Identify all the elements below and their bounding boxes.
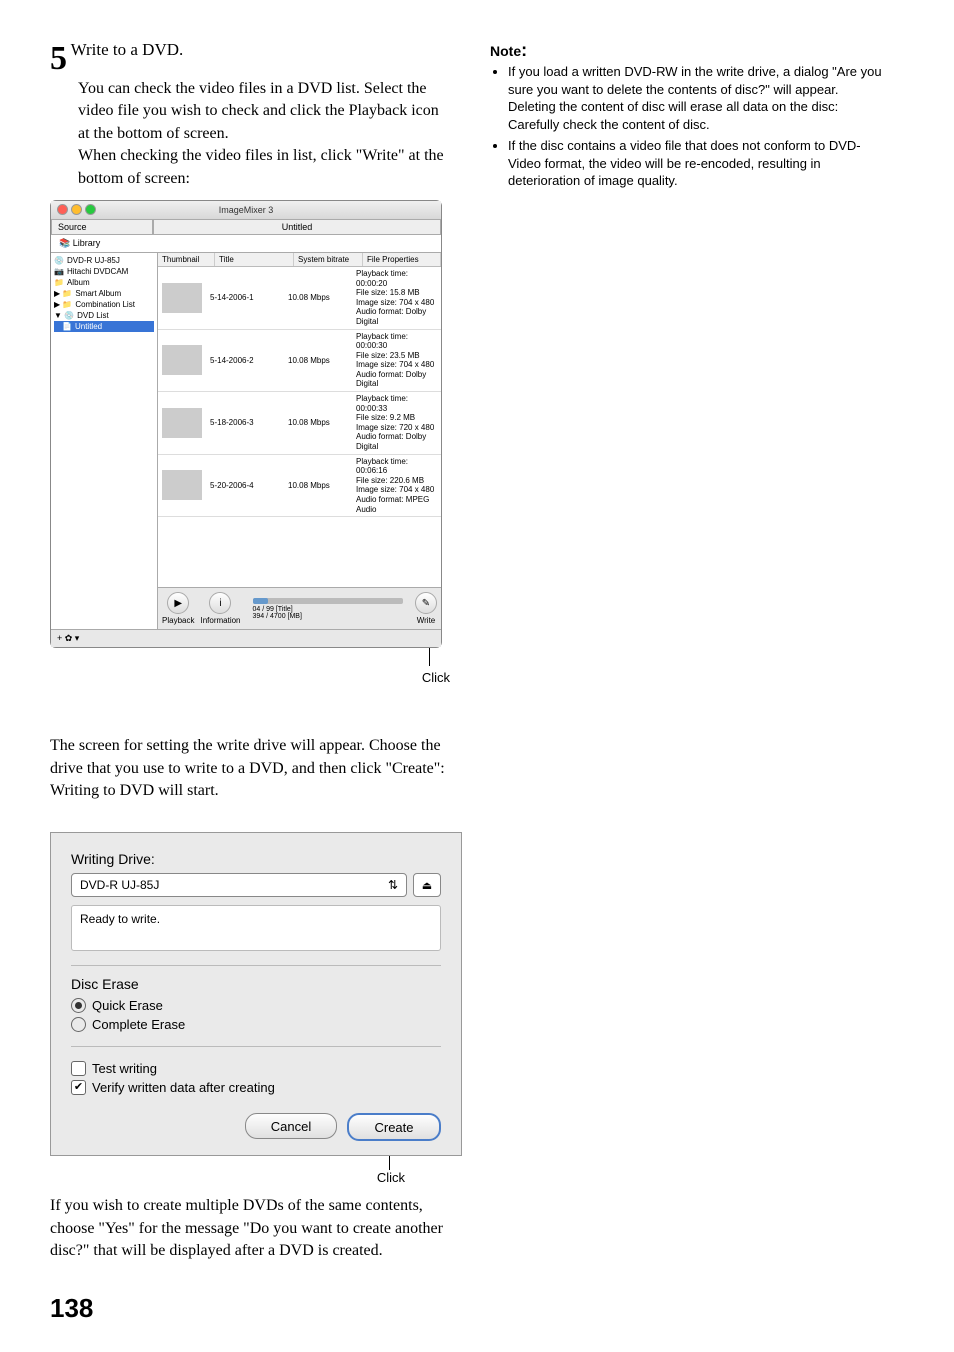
write-button[interactable]: ✎ Write — [415, 592, 437, 625]
close-icon[interactable] — [57, 204, 68, 215]
dialog-buttons: Cancel Create — [71, 1113, 441, 1141]
step-header: 5 Write to a DVD. — [50, 40, 450, 78]
playback-button[interactable]: ▶ Playback — [162, 592, 194, 625]
list-row[interactable]: 5-14-2006-1 10.08 Mbps Playback time: 00… — [158, 267, 441, 330]
header-title[interactable]: Title — [215, 253, 294, 266]
cancel-button[interactable]: Cancel — [245, 1113, 337, 1139]
zoom-icon[interactable] — [85, 204, 96, 215]
row-props: Playback time: 00:00:30 File size: 23.5 … — [352, 330, 441, 392]
dropdown-arrows-icon: ⇅ — [388, 878, 398, 892]
step-title: Write to a DVD. — [71, 40, 184, 59]
list-row[interactable]: 5-20-2006-4 10.08 Mbps Playback time: 00… — [158, 455, 441, 518]
row-title: 5-18-2006-3 — [206, 416, 284, 429]
window-title: ImageMixer 3 — [219, 205, 274, 215]
window-footer[interactable]: + ✿ ▾ — [51, 629, 441, 647]
list-row[interactable]: 5-18-2006-3 10.08 Mbps Playback time: 00… — [158, 392, 441, 455]
writing-drive-dialog: Writing Drive: DVD-R UJ-85J ⇅ ⏏ Ready to… — [50, 832, 462, 1156]
sidebar-item[interactable]: 📁Album — [54, 277, 154, 288]
thumbnail — [162, 408, 202, 438]
source-tab[interactable]: Source — [51, 220, 153, 235]
write-icon: ✎ — [415, 592, 437, 614]
thumbnail — [162, 283, 202, 313]
row-bitrate: 10.08 Mbps — [284, 354, 352, 367]
list-headers: Thumbnail Title System bitrate File Prop… — [158, 253, 441, 267]
sidebar-item[interactable]: ▶ 📁Smart Album — [54, 288, 154, 299]
note-list: If you load a written DVD-RW in the writ… — [490, 63, 890, 190]
row-props: Playback time: 00:00:33 File size: 9.2 M… — [352, 392, 441, 454]
sub-tabs: Source Untitled — [51, 220, 441, 235]
row-bitrate: 10.08 Mbps — [284, 416, 352, 429]
verify-checkbox[interactable]: ✔ Verify written data after creating — [71, 1080, 441, 1095]
checkbox-icon: ✔ — [71, 1080, 86, 1095]
radio-icon — [71, 1017, 86, 1032]
library-row[interactable]: 📚 Library — [51, 235, 441, 253]
test-writing-checkbox[interactable]: Test writing — [71, 1061, 441, 1076]
eject-icon: ⏏ — [422, 879, 432, 892]
library-label: Library — [73, 238, 101, 248]
untitled-tab[interactable]: Untitled — [153, 220, 441, 235]
drive-select[interactable]: DVD-R UJ-85J ⇅ — [71, 873, 407, 897]
information-button[interactable]: i Information — [200, 592, 240, 625]
disc-erase-heading: Disc Erase — [71, 976, 441, 992]
callout-line — [389, 1156, 390, 1170]
info-icon: i — [209, 592, 231, 614]
minimize-icon[interactable] — [71, 204, 82, 215]
click-callout-1: Click — [50, 670, 450, 685]
sidebar-item[interactable]: 💿DVD-R UJ-85J — [54, 255, 154, 266]
window-body: 💿DVD-R UJ-85J 📷Hitachi DVDCAM 📁Album ▶ 📁… — [51, 253, 441, 629]
header-props[interactable]: File Properties — [363, 253, 441, 266]
row-props: Playback time: 00:06:16 File size: 220.6… — [352, 455, 441, 517]
callout-line — [429, 648, 430, 666]
sidebar-item[interactable]: 📷Hitachi DVDCAM — [54, 266, 154, 277]
list-spacer — [158, 517, 441, 587]
eject-button[interactable]: ⏏ — [413, 873, 441, 897]
drive-select-row: DVD-R UJ-85J ⇅ ⏏ — [71, 873, 441, 897]
sidebar: 💿DVD-R UJ-85J 📷Hitachi DVDCAM 📁Album ▶ 📁… — [51, 253, 158, 629]
writing-drive-label: Writing Drive: — [71, 851, 441, 867]
step-number: 5 — [50, 40, 67, 77]
thumbnail — [162, 470, 202, 500]
left-column: 5 Write to a DVD. You can check the vide… — [50, 40, 450, 1263]
radio-icon — [71, 998, 86, 1013]
row-bitrate: 10.08 Mbps — [284, 291, 352, 304]
header-thumbnail[interactable]: Thumbnail — [158, 253, 215, 266]
thumbnail — [162, 345, 202, 375]
checkbox-icon — [71, 1061, 86, 1076]
page-columns: 5 Write to a DVD. You can check the vide… — [50, 40, 904, 1263]
row-title: 5-20-2006-4 — [206, 479, 284, 492]
bottom-paragraph: If you wish to create multiple DVDs of t… — [50, 1195, 450, 1262]
row-title: 5-14-2006-1 — [206, 291, 284, 304]
progress-bar — [253, 598, 404, 604]
sidebar-item[interactable]: ▼ 💿DVD List — [54, 310, 154, 321]
header-bitrate[interactable]: System bitrate — [294, 253, 363, 266]
step-body-2: When checking the video files in list, c… — [78, 145, 450, 190]
window-titlebar: ImageMixer 3 — [51, 201, 441, 220]
create-button[interactable]: Create — [347, 1113, 441, 1141]
sidebar-item-selected[interactable]: 📄Untitled — [54, 321, 154, 332]
note-item: If you load a written DVD-RW in the writ… — [508, 63, 890, 133]
window-controls — [57, 204, 96, 215]
quick-erase-radio[interactable]: Quick Erase — [71, 998, 441, 1013]
page-number: 138 — [50, 1293, 904, 1324]
progress-area: 04 / 99 [Title] 394 / 4700 [MB] — [247, 598, 410, 620]
play-icon: ▶ — [167, 592, 189, 614]
options-section: Test writing ✔ Verify written data after… — [71, 1046, 441, 1095]
status-text: Ready to write. — [71, 905, 441, 951]
right-column: Note: If you load a written DVD-RW in th… — [490, 40, 890, 1263]
row-title: 5-14-2006-2 — [206, 354, 284, 367]
click-callout-2: Click — [50, 1170, 405, 1185]
bottom-toolbar: ▶ Playback i Information 04 / 99 [Title]… — [158, 587, 441, 629]
note-item: If the disc contains a video file that d… — [508, 137, 890, 190]
complete-erase-radio[interactable]: Complete Erase — [71, 1017, 441, 1032]
row-props: Playback time: 00:00:20 File size: 15.8 … — [352, 267, 441, 329]
middle-paragraph: The screen for setting the write drive w… — [50, 735, 450, 802]
disc-erase-section: Disc Erase Quick Erase Complete Erase — [71, 965, 441, 1032]
step-body-1: You can check the video files in a DVD l… — [78, 78, 450, 145]
row-bitrate: 10.08 Mbps — [284, 479, 352, 492]
list-row[interactable]: 5-14-2006-2 10.08 Mbps Playback time: 00… — [158, 330, 441, 393]
main-list: Thumbnail Title System bitrate File Prop… — [158, 253, 441, 629]
sidebar-item[interactable]: ▶ 📁Combination List — [54, 299, 154, 310]
imagemixer-window: ImageMixer 3 Source Untitled 📚 Library 💿… — [50, 200, 442, 648]
note-heading: Note: — [490, 40, 890, 61]
